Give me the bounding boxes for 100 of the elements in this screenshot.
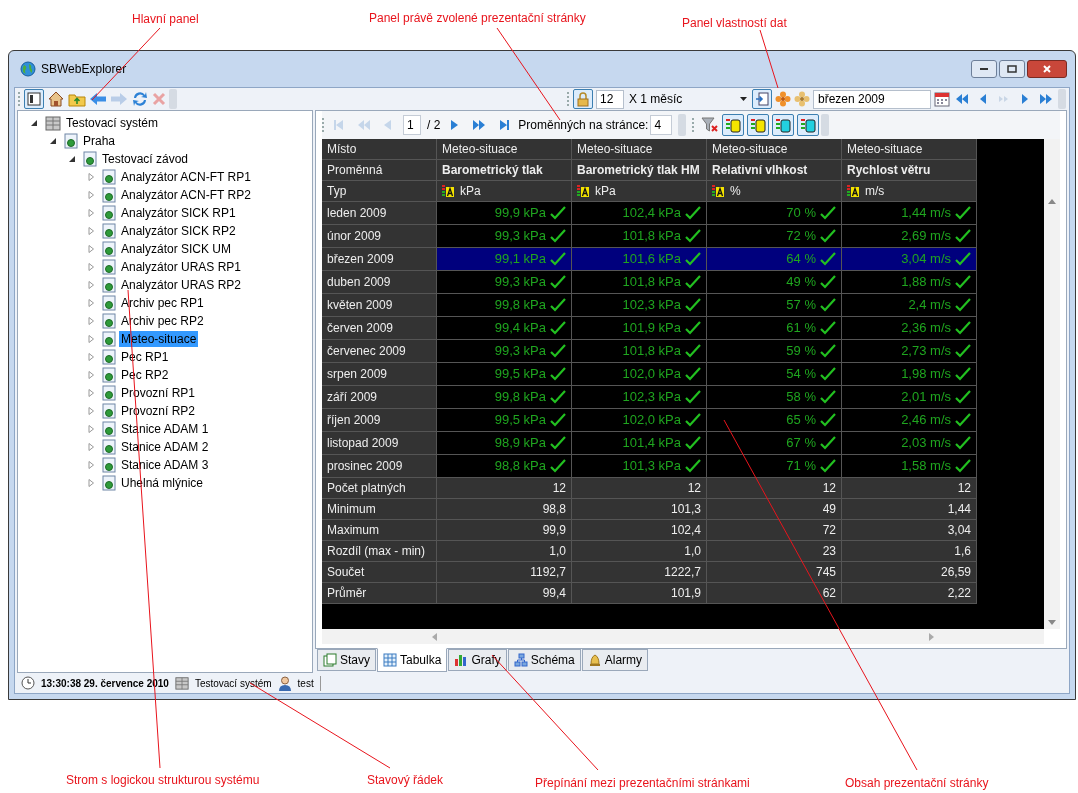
page-number-field[interactable]: 1 [403, 115, 421, 135]
level-b-icon-button[interactable] [747, 114, 770, 136]
value-cell[interactable]: 57 % [707, 294, 842, 317]
value-cell[interactable]: 70 % [707, 202, 842, 225]
value-cell[interactable]: 72 % [707, 225, 842, 248]
lock-button[interactable] [573, 89, 593, 109]
scroll-left-icon[interactable] [432, 632, 437, 641]
value-cell[interactable]: 101,8 kPa [572, 340, 707, 363]
value-cell[interactable]: 99,4 kPa [437, 317, 572, 340]
delete-icon[interactable] [152, 92, 166, 106]
value-cell[interactable]: 99,5 kPa [437, 363, 572, 386]
tree-item[interactable]: Analyzátor SICK RP1 [119, 205, 238, 221]
value-cell[interactable]: 99,3 kPa [437, 225, 572, 248]
tree-item[interactable]: Analyzátor ACN-FT RP2 [119, 187, 253, 203]
value-cell[interactable]: 61 % [707, 317, 842, 340]
collapsed-arrow-icon[interactable] [87, 245, 95, 253]
collapsed-arrow-icon[interactable] [87, 425, 95, 433]
value-cell[interactable]: 102,0 kPa [572, 363, 707, 386]
value-cell[interactable]: 2,69 m/s [842, 225, 977, 248]
collapsed-arrow-icon[interactable] [87, 263, 95, 271]
tree-item[interactable]: Testovací systém [64, 115, 161, 131]
tree-item[interactable]: Pec RP2 [119, 367, 171, 383]
value-cell[interactable]: 102,4 kPa [572, 202, 707, 225]
value-cell[interactable]: 3,04 m/s [842, 248, 977, 271]
value-cell[interactable]: 1,98 m/s [842, 363, 977, 386]
tree-item[interactable]: Testovací závod [100, 151, 191, 167]
collapsed-arrow-icon[interactable] [87, 389, 95, 397]
maximize-button[interactable] [999, 60, 1025, 78]
value-cell[interactable]: 71 % [707, 455, 842, 478]
flower-icon[interactable] [794, 91, 810, 107]
vertical-scrollbar[interactable] [1044, 139, 1060, 629]
collapsed-arrow-icon[interactable] [87, 227, 95, 235]
value-cell[interactable]: 2,4 m/s [842, 294, 977, 317]
value-cell[interactable]: 101,6 kPa [572, 248, 707, 271]
period-dropdown[interactable]: X 1 měsíc [627, 89, 749, 109]
tree-item[interactable]: Analyzátor SICK UM [119, 241, 234, 257]
level-s-icon-button[interactable] [797, 114, 820, 136]
value-cell[interactable]: 2,01 m/s [842, 386, 977, 409]
home-icon[interactable] [47, 90, 65, 108]
dropdown-caret-icon[interactable] [740, 97, 747, 101]
tree-item[interactable]: Analyzátor URAS RP1 [119, 259, 244, 275]
tab[interactable]: Grafy [448, 649, 507, 671]
value-cell[interactable]: 101,3 kPa [572, 455, 707, 478]
value-cell[interactable]: 49 % [707, 271, 842, 294]
first-icon[interactable] [955, 93, 969, 105]
collapsed-arrow-icon[interactable] [87, 173, 95, 181]
period-count-field[interactable]: 12 [596, 89, 624, 109]
scroll-down-icon[interactable] [1048, 620, 1056, 625]
tree-item[interactable]: Stanice ADAM 3 [119, 457, 211, 473]
filter-clear-icon[interactable] [701, 117, 720, 133]
collapsed-arrow-icon[interactable] [87, 479, 95, 487]
value-cell[interactable]: 99,8 kPa [437, 386, 572, 409]
value-cell[interactable]: 99,9 kPa [437, 202, 572, 225]
tree-item[interactable]: Meteo-situace [119, 331, 199, 347]
toolbar-grip-icon[interactable] [18, 91, 21, 107]
refresh-icon[interactable] [131, 90, 149, 108]
value-cell[interactable]: 101,4 kPa [572, 432, 707, 455]
tree-item[interactable]: Analyzátor URAS RP2 [119, 277, 244, 293]
value-cell[interactable]: 2,36 m/s [842, 317, 977, 340]
minimize-button[interactable] [971, 60, 997, 78]
collapsed-arrow-icon[interactable] [87, 209, 95, 217]
toolbar-grip-icon[interactable] [322, 117, 325, 133]
tree-item[interactable]: Archiv pec RP2 [119, 313, 206, 329]
value-cell[interactable]: 98,8 kPa [437, 455, 572, 478]
tab[interactable]: Stavy [317, 649, 376, 671]
collapsed-arrow-icon[interactable] [87, 353, 95, 361]
tree-item[interactable]: Archiv pec RP1 [119, 295, 206, 311]
level-a-icon-button[interactable] [722, 114, 745, 136]
toolbar-grip-icon[interactable] [692, 117, 696, 133]
horizontal-scrollbar[interactable] [322, 629, 1044, 644]
folder-up-icon[interactable] [68, 91, 86, 107]
value-cell[interactable]: 102,0 kPa [572, 409, 707, 432]
collapsed-arrow-icon[interactable] [87, 371, 95, 379]
tab[interactable]: Alarmy [581, 649, 649, 671]
collapsed-arrow-icon[interactable] [87, 281, 95, 289]
calendar-icon[interactable] [934, 91, 950, 107]
fast-back-icon[interactable] [357, 119, 371, 131]
value-cell[interactable]: 2,46 m/s [842, 409, 977, 432]
value-cell[interactable]: 102,3 kPa [572, 294, 707, 317]
value-cell[interactable]: 99,5 kPa [437, 409, 572, 432]
value-cell[interactable]: 1,58 m/s [842, 455, 977, 478]
value-cell[interactable]: 54 % [707, 363, 842, 386]
value-cell[interactable]: 1,44 m/s [842, 202, 977, 225]
flower-icon[interactable] [775, 91, 791, 107]
tab[interactable]: Schéma [507, 649, 581, 671]
expanded-arrow-icon[interactable] [68, 155, 76, 163]
value-cell[interactable]: 64 % [707, 248, 842, 271]
collapsed-arrow-icon[interactable] [87, 335, 95, 343]
back-arrow-icon[interactable] [89, 92, 107, 106]
scroll-up-icon[interactable] [1048, 199, 1056, 204]
tree-item[interactable]: Analyzátor ACN-FT RP1 [119, 169, 253, 185]
level-p-icon-button[interactable] [772, 114, 795, 136]
toolbar-grip-icon[interactable] [567, 91, 570, 107]
value-cell[interactable]: 99,8 kPa [437, 294, 572, 317]
tab[interactable]: Tabulka [377, 648, 448, 672]
scroll-right-icon[interactable] [929, 632, 934, 641]
close-button[interactable] [1027, 60, 1067, 78]
value-cell[interactable]: 99,3 kPa [437, 271, 572, 294]
tree-item[interactable]: Provozní RP2 [119, 403, 198, 419]
expanded-arrow-icon[interactable] [49, 137, 57, 145]
